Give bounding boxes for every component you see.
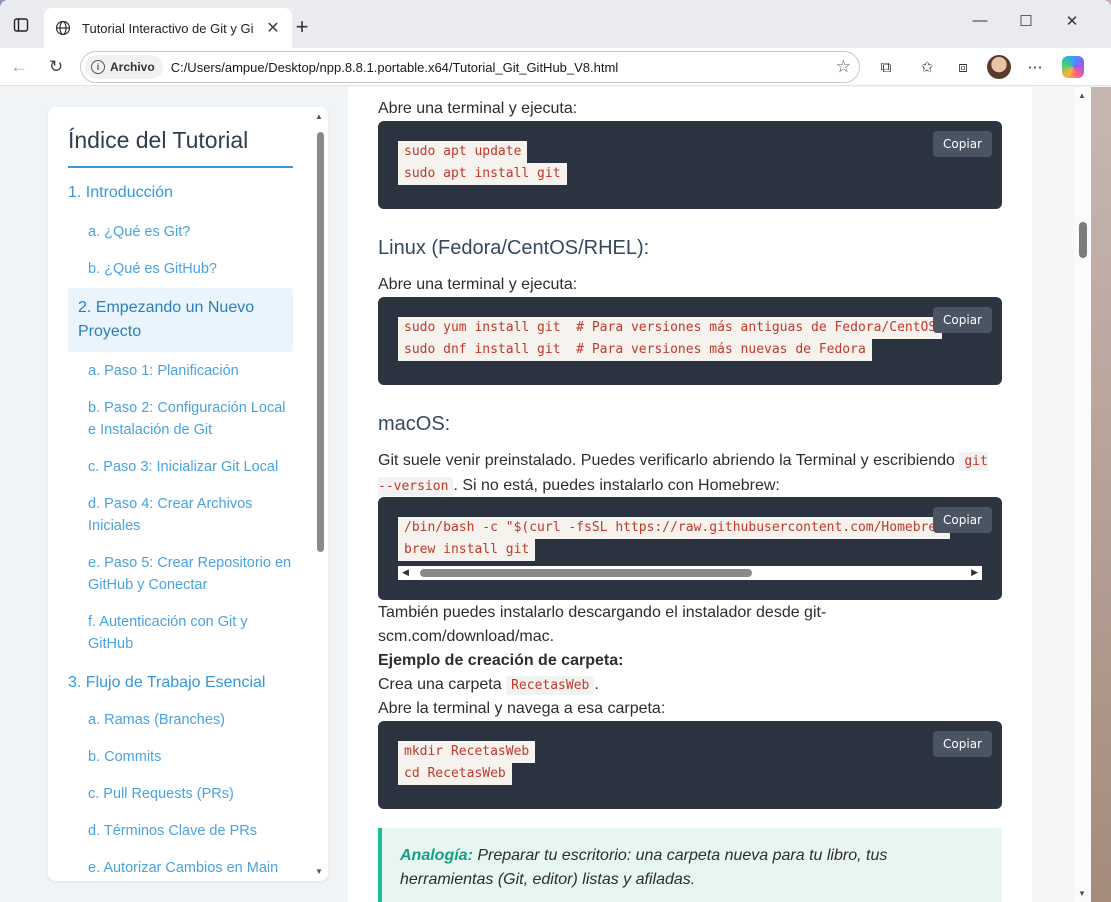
macos-text: Git suele venir preinstalado. Puedes ver… xyxy=(378,452,988,496)
code-line: mkdir RecetasWeb xyxy=(398,741,536,763)
title-bar: Tutorial Interactivo de Git y GitHu ✕ + … xyxy=(0,0,1111,48)
heading-fedora: Linux (Fedora/CentOS/RHEL): xyxy=(378,237,650,259)
inline-code: RecetasWeb xyxy=(506,676,595,695)
toc-item-paso4[interactable]: d. Paso 4: Crear Archivos Iniciales xyxy=(68,493,293,537)
more-options-icon[interactable]: ⋯ xyxy=(1024,56,1046,78)
site-info-chip[interactable]: i Archivo xyxy=(85,55,163,79)
page-scroll-up-icon[interactable]: ▲ xyxy=(1078,91,1086,100)
favorite-star-icon[interactable]: ☆ xyxy=(836,57,851,77)
collections-icon[interactable]: ⧈ xyxy=(952,56,974,78)
code-block-macos: /bin/bash -c "$(curl -fsSL https://raw.g… xyxy=(378,497,1002,600)
close-tab-icon[interactable]: ✕ xyxy=(264,18,282,38)
profile-avatar[interactable] xyxy=(987,55,1011,79)
back-icon[interactable]: ← xyxy=(6,54,32,80)
code-line: cd RecetasWeb xyxy=(398,763,512,785)
code-block-fedora: sudo yum install git # Para versiones má… xyxy=(378,297,1002,385)
scroll-right-icon[interactable]: ▶ xyxy=(971,567,978,578)
toc-list: 1. Introducción a. ¿Qué es Git? b. ¿Qué … xyxy=(68,179,293,879)
copy-button[interactable]: Copiar xyxy=(933,307,992,333)
page-scroll-thumb[interactable] xyxy=(1079,222,1087,258)
page-viewport: Índice del Tutorial 1. Introducción a. ¿… xyxy=(0,87,1111,902)
analogy-label: Analogía: xyxy=(400,847,473,864)
heading-macos: macOS: xyxy=(378,413,451,435)
extensions-icon[interactable]: ⧉ xyxy=(875,56,897,78)
toc-item-que-es-github[interactable]: b. ¿Qué es GitHub? xyxy=(68,258,293,280)
minimize-icon[interactable]: — xyxy=(968,12,992,29)
navigate-text: Abre la terminal y navega a esa carpeta: xyxy=(378,700,666,717)
reload-icon[interactable]: ↻ xyxy=(43,54,69,80)
toc-item-empezando[interactable]: 2. Empezando un Nuevo Proyecto xyxy=(68,288,293,352)
browser-window: Tutorial Interactivo de Git y GitHu ✕ + … xyxy=(0,0,1111,902)
page-scroll-down-icon[interactable]: ▼ xyxy=(1078,889,1086,898)
toc-item-introduccion[interactable]: 1. Introducción xyxy=(68,179,293,207)
debian-intro: Abre una terminal y ejecuta: xyxy=(378,100,578,117)
maximize-icon[interactable]: ☐ xyxy=(1014,12,1038,30)
code-block-debian: sudo apt update sudo apt install git Cop… xyxy=(378,121,1002,209)
close-window-icon[interactable]: ✕ xyxy=(1060,12,1084,30)
example-title: Ejemplo de creación de carpeta: xyxy=(378,652,624,669)
toc-item-ramas[interactable]: a. Ramas (Branches) xyxy=(68,709,293,731)
code-line: sudo apt update xyxy=(398,141,528,163)
analogy-callout: Analogía: Preparar tu escritorio: una ca… xyxy=(378,828,1002,902)
toc-item-commits[interactable]: b. Commits xyxy=(68,746,293,768)
toc-item-terminos-prs[interactable]: d. Términos Clave de PRs xyxy=(68,820,293,842)
toc-item-pull-requests[interactable]: c. Pull Requests (PRs) xyxy=(68,783,293,805)
toc-item-autenticacion[interactable]: f. Autenticación con Git y GitHub xyxy=(68,611,293,655)
scroll-up-icon[interactable]: ▲ xyxy=(315,112,323,121)
toc-title: Índice del Tutorial xyxy=(68,127,293,168)
copy-button[interactable]: Copiar xyxy=(933,131,992,157)
toc-sidebar: Índice del Tutorial 1. Introducción a. ¿… xyxy=(48,107,328,881)
tab-actions-icon[interactable] xyxy=(8,12,34,38)
tab-title: Tutorial Interactivo de Git y GitHu xyxy=(82,20,254,36)
page-scrollbar[interactable]: ▲ ▼ xyxy=(1075,87,1111,902)
toc-item-paso2[interactable]: b. Paso 2: Configuración Local e Instala… xyxy=(68,397,293,441)
code-scroll-thumb[interactable] xyxy=(420,569,752,577)
favorites-icon[interactable]: ✩ xyxy=(916,56,938,78)
copilot-icon[interactable] xyxy=(1062,56,1084,78)
copy-button[interactable]: Copiar xyxy=(933,731,992,757)
globe-icon xyxy=(54,19,72,37)
toc-item-paso1[interactable]: a. Paso 1: Planificación xyxy=(68,360,293,382)
code-horizontal-scrollbar[interactable]: ◀ ▶ xyxy=(398,566,982,580)
site-info-label: Archivo xyxy=(110,60,155,74)
toc-item-que-es-git[interactable]: a. ¿Qué es Git? xyxy=(68,221,293,243)
address-bar[interactable]: i Archivo C:/Users/ampue/Desktop/npp.8.8… xyxy=(80,51,860,83)
scroll-down-icon[interactable]: ▼ xyxy=(315,867,323,876)
sidebar-scrollbar[interactable]: ▲ ▼ xyxy=(314,112,326,876)
analogy-text: Preparar tu escritorio: una carpeta nuev… xyxy=(400,847,888,888)
code-line: brew install git xyxy=(398,539,536,561)
scroll-left-icon[interactable]: ◀ xyxy=(402,567,409,578)
code-line: sudo dnf install git # Para versiones má… xyxy=(398,339,872,361)
fedora-intro: Abre una terminal y ejecuta: xyxy=(378,276,578,293)
browser-tab[interactable]: Tutorial Interactivo de Git y GitHu ✕ xyxy=(44,8,292,48)
toc-item-paso3[interactable]: c. Paso 3: Inicializar Git Local xyxy=(68,456,293,478)
toc-item-flujo[interactable]: 3. Flujo de Trabajo Esencial xyxy=(68,669,293,697)
copy-button[interactable]: Copiar xyxy=(933,507,992,533)
sidebar-scroll-thumb[interactable] xyxy=(317,132,324,552)
code-line: sudo apt install git xyxy=(398,163,567,185)
code-line: /bin/bash -c "$(curl -fsSL https://raw.g… xyxy=(398,517,951,539)
toc-item-autorizar[interactable]: e. Autorizar Cambios en Main xyxy=(68,857,293,879)
new-tab-icon[interactable]: + xyxy=(290,14,314,40)
code-block-folder: mkdir RecetasWeb cd RecetasWeb Copiar xyxy=(378,721,1002,809)
info-icon: i xyxy=(91,60,105,74)
macos-alt-text: También puedes instalarlo descargando el… xyxy=(378,604,827,645)
toc-item-paso5[interactable]: e. Paso 5: Crear Repositorio en GitHub y… xyxy=(68,552,293,596)
url-text[interactable]: C:/Users/ampue/Desktop/npp.8.8.1.portabl… xyxy=(171,60,619,75)
create-folder-text: Crea una carpeta RecetasWeb. xyxy=(378,676,599,695)
main-content: Abre una terminal y ejecuta: sudo apt up… xyxy=(348,87,1032,902)
address-toolbar: ← ↻ i Archivo C:/Users/ampue/Desktop/npp… xyxy=(0,48,1111,86)
code-line: sudo yum install git # Para versiones má… xyxy=(398,317,943,339)
